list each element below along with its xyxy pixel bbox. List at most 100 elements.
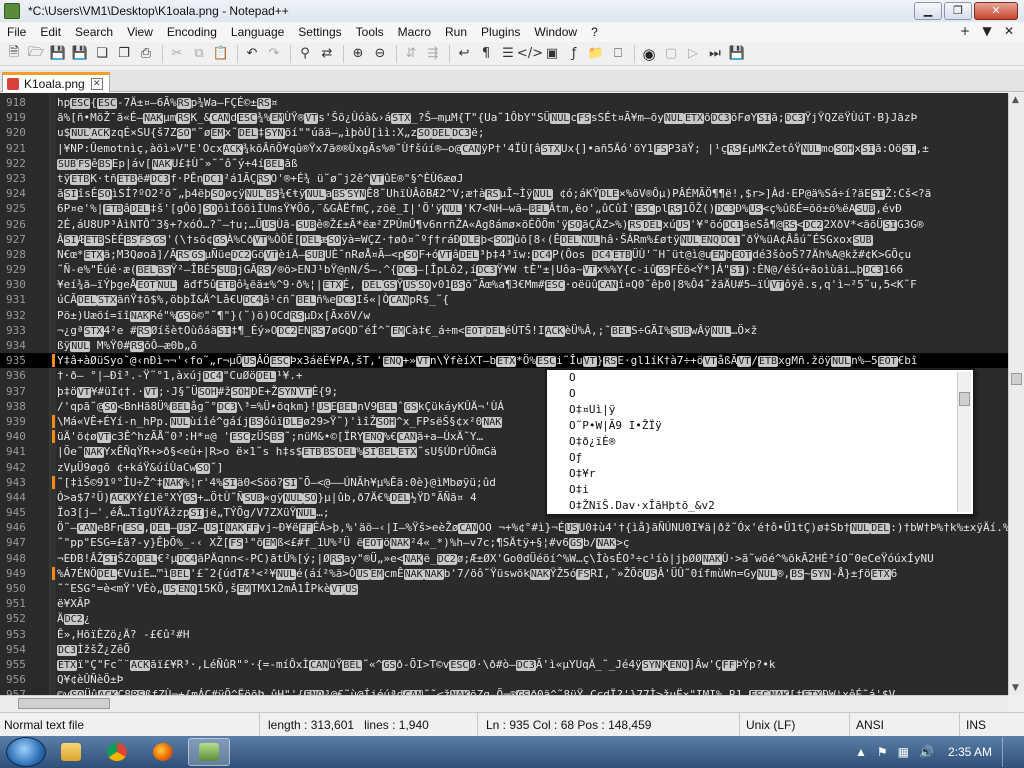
all-chars-icon[interactable]: ¶ [476,44,496,64]
menu-window[interactable]: Window [527,25,584,39]
autocomplete-popup[interactable]: O O O‡¤Uì|ÿ O˜P•W|Ã9 I•ŽÏÿ O‡ð¿ïÈ® Oƒ O‡¥r O‡i O… [545,368,975,516]
editor-line[interactable]: 932 Pö±)Uæöí=ïîNAKRé"%GSö©"˜¶"}(˜)ö)OCdRS… [0,308,1008,323]
scroll-down-icon[interactable]: ▼ [1012,683,1019,693]
editor-line[interactable]: 953 Ê»,HõïÈZö¿Ä? -£€û²#H [0,627,1008,642]
sync-h-icon[interactable]: ⇶ [423,44,443,64]
tab-list-icon[interactable]: ▼ [976,24,998,38]
cut-icon[interactable]: ✂ [167,44,187,64]
status-eol[interactable]: Unix (LF) [740,712,850,737]
menu-help[interactable]: ? [584,25,605,39]
menu-view[interactable]: View [120,25,160,39]
sync-v-icon[interactable]: ⇵ [401,44,421,64]
folder-workspace-icon[interactable]: 📁 [586,44,606,64]
menu-edit[interactable]: Edit [33,25,68,39]
notepadpp-app-icon[interactable] [4,3,20,19]
play-macro-icon[interactable]: ▷ [683,44,703,64]
editor-line[interactable]: 929 ˜Ñ-e%"Éúé·æ(BEL BSŸ²–ÎBÉ5SUBjGÃRS/®ö>E… [0,262,1008,277]
menu-settings[interactable]: Settings [291,25,348,39]
autocomplete-item[interactable]: O [547,370,973,386]
editor-line[interactable]: 925 6P¤e'%|ETBâDEL‡š'[gÔõ]SOõìÍõõìÌUmsŸ¥Ö… [0,201,1008,216]
editor-line[interactable]: 954 DC3ÌžšŽ¿ZêÕ [0,642,1008,657]
close-window-button[interactable]: ✕ [974,2,1018,20]
status-encoding[interactable]: ANSI [850,712,960,737]
maximize-button[interactable]: ❐ [944,2,972,20]
editor-line[interactable]: 952 ÄDC2¿ [0,611,1008,626]
show-desktop-button[interactable] [1002,737,1014,767]
editor-line[interactable]: 934 ßÿNUL M%Ÿ0#RSõÔ–æ0b„õ [0,338,1008,353]
editor-line[interactable]: 927 ÂSIÆETBSÈÉBS FS GS'(\†sõ¢GSÀ%CðVT%ÒÖÉ[D… [0,232,1008,247]
start-button[interactable] [6,737,46,767]
taskbar-notepadpp[interactable] [188,738,230,766]
editor-line[interactable]: 920 u$NUL ACKzqÉ×SU{š7ZSO"˜øEMx˜DEL‡SYNõí"… [0,125,1008,140]
taskbar-chrome[interactable] [96,738,138,766]
monitor-icon[interactable]: ⎕ [608,44,628,64]
editor-line[interactable]: 956 Q¥¢èÛÑèÖ±Þ [0,672,1008,687]
minimize-button[interactable]: ▁ [914,2,942,20]
taskbar-explorer[interactable] [50,738,92,766]
record-macro-icon[interactable]: ◉ [639,44,659,64]
indent-guide-icon[interactable]: ☰ [498,44,518,64]
network-icon[interactable]: ▦ [898,745,909,759]
editor-line[interactable]: 951 ë¥XÃP [0,596,1008,611]
editor-line[interactable]: 931 úCÃDEL STXãñŸ‡õ$%,öbþÏ&Ä^Lâ€UDC4â¹ċñ˜B… [0,292,1008,307]
save-icon[interactable]: 💾 [48,44,68,64]
replace-icon[interactable]: ⇄ [317,44,337,64]
editor-line[interactable]: 923 tÿETBK·tñETBë#DC3f·PÊnDC1²á1ÃÇRSO'®+É… [0,171,1008,186]
flag-icon[interactable]: ⚑ [877,745,888,759]
copy-icon[interactable]: ⧉ [189,44,209,64]
new-file-icon[interactable]: 🗎 [4,44,24,64]
horizontal-scrollbar[interactable] [0,695,1008,711]
autocomplete-item[interactable]: O˜P•W|Ã9 I•ŽÏÿ [547,418,973,434]
tab-close-icon[interactable]: ✕ [90,77,103,90]
vertical-scroll-thumb[interactable] [1011,373,1022,385]
menu-tools[interactable]: Tools [349,25,391,39]
menu-run[interactable]: Run [438,25,474,39]
word-wrap-icon[interactable]: ↩ [454,44,474,64]
clock[interactable]: 2:35 AM [948,745,992,759]
menu-macro[interactable]: Macro [391,25,438,39]
editor-line[interactable]: 928 N€œ*ETXã;M3Qøoã]/ÃRS GSµÑüeDC2GöVTèiÄ–… [0,247,1008,262]
undo-icon[interactable]: ↶ [242,44,262,64]
autocomplete-item[interactable]: O‡i [547,482,973,498]
autocomplete-item[interactable]: Oƒ [547,450,973,466]
paste-icon[interactable]: 📋 [211,44,231,64]
autocomplete-item[interactable]: O‡¥r [547,466,973,482]
tab-k1oala[interactable]: K1oala.png ✕ [2,72,110,92]
autocomplete-item[interactable]: O‡¤Uì|ÿ [547,402,973,418]
vertical-scrollbar[interactable]: ▲ ▼ [1008,93,1024,695]
run-macro-multiple-icon[interactable]: ⏭ [705,44,725,64]
editor-line[interactable]: 924 ãSIîsÉSOìSÍ?ºO2²ö˜„þ4ëþSOøçÿNUL BS¾€ŧÿ… [0,186,1008,201]
autocomplete-item[interactable]: O‡ð¿ïÈ® [547,434,973,450]
scroll-up-icon[interactable]: ▲ [1012,95,1019,105]
zoom-in-icon[interactable]: ⊕ [348,44,368,64]
menu-file[interactable]: File [0,25,33,39]
close-all-icon[interactable]: ❐ [114,44,134,64]
find-icon[interactable]: ⚲ [295,44,315,64]
editor-line[interactable]: 919 ã%[ñ•MõŽ¯ã«É–NAKµmRSK_&CANdESC¾%EMÙŸ®… [0,110,1008,125]
horizontal-scroll-thumb[interactable] [18,698,110,709]
editor-line[interactable]: 957 ©vSOÜûACKÇ8RSßfZÙ¬+{mÁC#ÿÕ^ËöõÞ,ûH"'{… [0,687,1008,695]
editor-line[interactable]: 950 ˜˜ESG°=è<mŸ'VÈò„US ENQ15KÕ,šEMTMX12mÂ1… [0,581,1008,596]
autocomplete-scroll-thumb[interactable] [959,392,970,406]
editor-line[interactable]: 946 Ö˜–CANeBFnESC,DEL–USZ–USINAK FFvj~Ð¥ëF… [0,520,1008,535]
open-file-icon[interactable]: 🗁 [26,44,46,64]
editor-line[interactable]: 948 ¬EÐB!ÂŽSIŠZõDEL€²µDC4ãPÄqnn<-PC)ãtÜ%[… [0,551,1008,566]
menu-encoding[interactable]: Encoding [160,25,224,39]
volume-icon[interactable]: 🔊 [919,745,934,759]
chevron-up-icon[interactable]: ▲ [855,745,867,759]
print-icon[interactable]: ⎙ [136,44,156,64]
taskbar-firefox[interactable] [142,738,184,766]
redo-icon[interactable]: ↷ [264,44,284,64]
menu-language[interactable]: Language [224,25,291,39]
save-macro-icon[interactable]: 💾 [727,44,747,64]
new-tab-icon[interactable]: + [954,24,976,38]
xml-icon[interactable]: </> [517,44,543,64]
editor-line[interactable]: 949 %Á7ÉNÖDEL€VuíE…™ìBEL'£˜2{údTÆ³<²¥NULé… [0,566,1008,581]
menu-plugins[interactable]: Plugins [474,25,527,39]
close-doc-icon[interactable]: ✕ [998,24,1020,38]
editor-line[interactable]: 933 ¬¿gªSTX4²e #RSØíšètOùôáäSI‡¶_Éý»ODC2E… [0,323,1008,338]
save-all-icon[interactable]: 💾 [70,44,90,64]
editor-line[interactable]: 930 ¥eí¾ä–ïÝþgeÅEOT NUL äđf5ûETBô¼ëä±%^9·ð… [0,277,1008,292]
autocomplete-scrollbar[interactable] [957,372,971,512]
editor-line[interactable]: 935 Y‡â+àØüSyo˜@‹nÐì¬¬'‹fo˜„r¬µÕUSÂÖESCÞx… [0,353,1008,369]
